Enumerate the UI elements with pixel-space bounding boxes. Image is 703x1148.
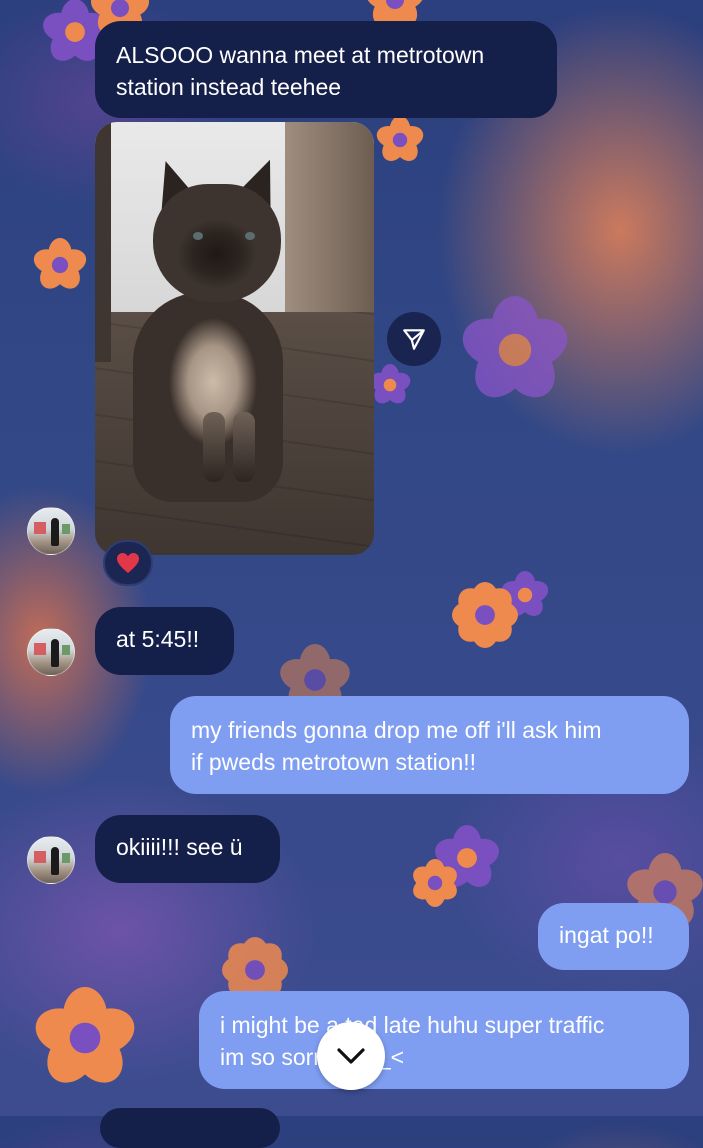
- message-bubble-incoming[interactable]: at 5:45!!: [95, 607, 234, 675]
- flower-decoration: [409, 859, 461, 907]
- send-icon[interactable]: [387, 312, 441, 366]
- cat-photo[interactable]: [95, 122, 374, 555]
- flower-decoration: [30, 238, 90, 294]
- message-bubble-outgoing[interactable]: my friends gonna drop me off i'll ask hi…: [170, 696, 689, 794]
- message-bubble-incoming[interactable]: okiiii!!! see ü: [95, 815, 280, 883]
- message-bubble-outgoing[interactable]: ingat po!!: [538, 903, 689, 970]
- flower-decoration: [373, 116, 427, 166]
- message-bubble-incoming[interactable]: ALSOOO wanna meet at metrotown station i…: [95, 21, 557, 118]
- avatar[interactable]: [27, 836, 75, 884]
- flower-decoration: [456, 296, 574, 408]
- heart-icon[interactable]: [103, 540, 153, 586]
- chevron-down-icon[interactable]: [317, 1022, 385, 1090]
- avatar[interactable]: [27, 507, 75, 555]
- message-bubble-outgoing[interactable]: i might be a tad late huhu super traffic…: [199, 991, 689, 1089]
- avatar[interactable]: [27, 628, 75, 676]
- cat-head: [153, 184, 281, 302]
- flower-decoration: [29, 987, 141, 1093]
- flower-decoration: [451, 581, 519, 649]
- message-bubble-incoming[interactable]: [100, 1108, 280, 1148]
- flower-decoration: [367, 364, 413, 408]
